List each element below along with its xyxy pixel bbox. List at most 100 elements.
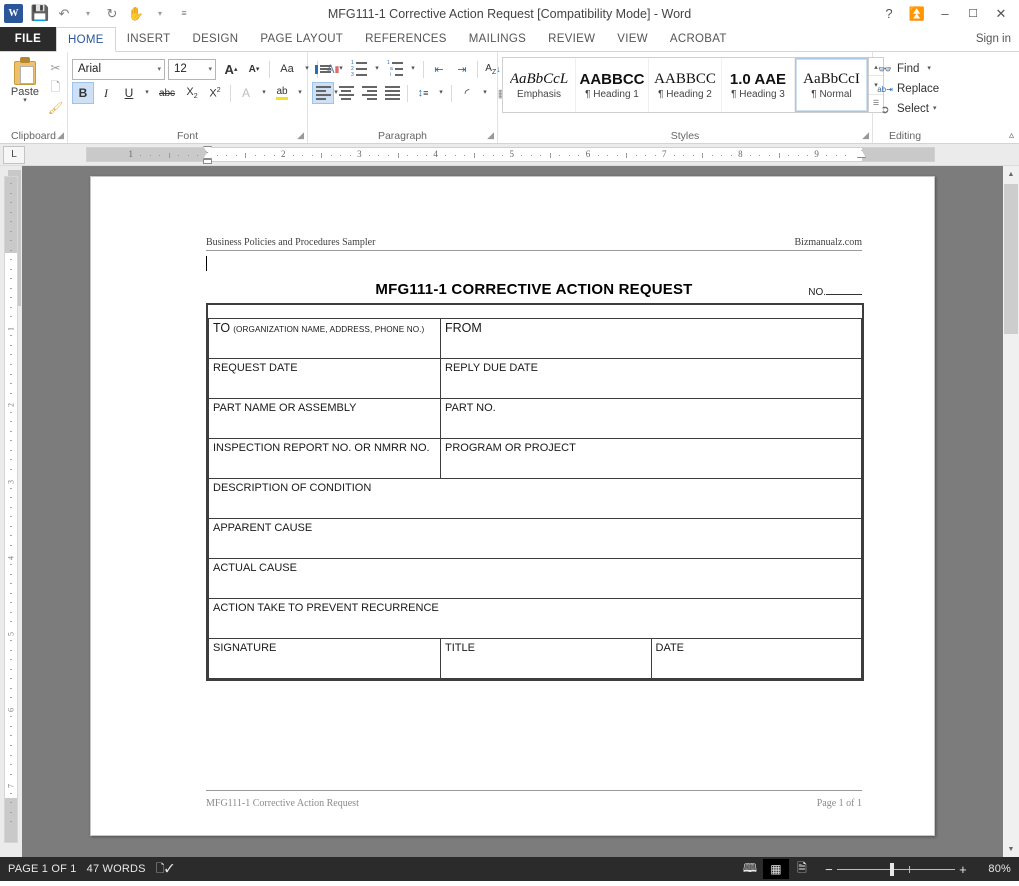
font-name-combo[interactable]: Arial ▾ — [72, 58, 165, 80]
bold-button[interactable]: B — [72, 82, 94, 104]
shrink-font-icon[interactable]: A ▾ — [243, 58, 265, 80]
text-highlight-icon[interactable]: ab — [271, 82, 293, 104]
cell-action-to-prevent-recurrence[interactable]: ACTION TAKE TO PREVENT RECURRENCE — [208, 598, 862, 639]
scroll-up-icon[interactable]: ▲ — [1003, 166, 1019, 182]
zoom-in-button[interactable]: + — [955, 862, 971, 877]
replace-button[interactable]: ab ⇥ Replace — [877, 79, 939, 99]
tab-references[interactable]: REFERENCES — [354, 27, 458, 51]
line-spacing-icon[interactable]: ↕ ≡ — [412, 82, 434, 104]
horizontal-ruler[interactable]: 1123456789 — [86, 146, 935, 164]
ribbon-display-options-icon[interactable]: ⏫ — [903, 1, 931, 27]
proofing-errors-icon[interactable]: 🗋✓ — [156, 860, 184, 879]
grow-font-icon[interactable]: A ▴ — [220, 58, 242, 80]
cell-reply-due-date[interactable]: REPLY DUE DATE — [440, 358, 862, 399]
form-number-field[interactable]: NO. — [808, 287, 862, 298]
cell-description-of-condition[interactable]: DESCRIPTION OF CONDITION — [208, 478, 862, 519]
tab-acrobat[interactable]: ACROBAT — [659, 27, 738, 51]
text-effects-dropdown-icon[interactable]: ▾ — [258, 82, 270, 104]
cell-part-no[interactable]: PART NO. — [440, 398, 862, 439]
copy-icon[interactable]: 🗋 — [47, 80, 64, 96]
cell-title[interactable]: TITLE — [440, 638, 652, 679]
cut-icon[interactable]: ✂ — [47, 60, 64, 76]
superscript-button[interactable]: X2 — [204, 82, 226, 104]
bullets-dropdown-icon[interactable]: ▾ — [335, 58, 347, 80]
tab-page-layout[interactable]: PAGE LAYOUT — [249, 27, 354, 51]
redo-icon[interactable]: ↻ — [100, 3, 124, 25]
page-indicator[interactable]: PAGE 1 OF 1 — [8, 863, 87, 875]
font-name-dropdown-icon[interactable]: ▾ — [153, 65, 161, 73]
decrease-indent-icon[interactable]: ⇤ — [428, 58, 450, 80]
align-right-icon[interactable] — [358, 82, 380, 104]
tab-view[interactable]: VIEW — [606, 27, 659, 51]
numbering-icon[interactable]: 123 — [348, 58, 370, 80]
tab-file[interactable]: FILE — [0, 27, 56, 51]
cell-actual-cause[interactable]: ACTUAL CAUSE — [208, 558, 862, 599]
save-icon[interactable]: 💾 — [28, 3, 52, 25]
align-center-icon[interactable] — [335, 82, 357, 104]
bullets-icon[interactable] — [312, 58, 334, 80]
scrollbar-thumb[interactable] — [1004, 184, 1018, 334]
style-heading-1[interactable]: AABBCC ¶ Heading 1 — [576, 58, 649, 112]
restore-icon[interactable]: ☐ — [959, 1, 987, 27]
cell-inspection-report[interactable]: INSPECTION REPORT NO. OR NMRR NO. — [208, 438, 441, 479]
align-left-icon[interactable] — [312, 82, 334, 104]
minimize-icon[interactable]: – — [931, 1, 959, 27]
zoom-thumb[interactable] — [890, 862, 894, 876]
justify-icon[interactable] — [381, 82, 403, 104]
underline-button[interactable]: U — [118, 82, 140, 104]
collapse-ribbon-icon[interactable]: ▵ — [1009, 130, 1014, 141]
text-effects-icon[interactable]: A — [235, 82, 257, 104]
styles-dialog-launcher[interactable]: ◢ — [862, 130, 869, 141]
cell-apparent-cause[interactable]: APPARENT CAUSE — [208, 518, 862, 559]
sign-in-button[interactable]: Sign in — [976, 27, 1019, 51]
format-painter-icon[interactable]: 🖌 — [47, 100, 64, 116]
highlight-dropdown-icon[interactable]: ▾ — [294, 82, 306, 104]
undo-dropdown-icon[interactable]: ▾ — [76, 3, 100, 25]
italic-button[interactable]: I — [95, 82, 117, 104]
multilevel-dropdown-icon[interactable]: ▾ — [407, 58, 419, 80]
left-indent-marker[interactable] — [203, 159, 212, 164]
find-dropdown-icon[interactable]: ▾ — [927, 65, 931, 72]
tab-home[interactable]: HOME — [56, 27, 116, 52]
zoom-slider[interactable]: − + — [821, 862, 971, 877]
zoom-level[interactable]: 80% — [977, 863, 1011, 875]
underline-dropdown-icon[interactable]: ▾ — [141, 82, 153, 104]
cell-to[interactable]: TO (ORGANIZATION NAME, ADDRESS, PHONE NO… — [208, 318, 441, 359]
tab-mailings[interactable]: MAILINGS — [458, 27, 537, 51]
increase-indent-icon[interactable]: ⇥ — [451, 58, 473, 80]
web-layout-icon[interactable]: 🗎 — [789, 859, 815, 879]
subscript-button[interactable]: X2 — [181, 82, 203, 104]
customize-quick-access-icon[interactable]: ≡ — [172, 3, 196, 25]
paragraph-dialog-launcher[interactable]: ◢ — [487, 130, 494, 141]
tab-design[interactable]: DESIGN — [181, 27, 249, 51]
word-count[interactable]: 47 WORDS — [87, 863, 156, 875]
help-icon[interactable]: ? — [875, 1, 903, 27]
change-case-icon[interactable]: Aa — [274, 58, 300, 80]
cell-program-project[interactable]: PROGRAM OR PROJECT — [440, 438, 862, 479]
tab-insert[interactable]: INSERT — [116, 27, 182, 51]
shading-dropdown-icon[interactable]: ▾ — [479, 82, 491, 104]
style-heading-2[interactable]: AABBCC ¶ Heading 2 — [649, 58, 722, 112]
vertical-scrollbar[interactable]: ▲ ▼ — [1003, 166, 1019, 857]
numbering-dropdown-icon[interactable]: ▾ — [371, 58, 383, 80]
touch-mode-icon[interactable]: ✋ — [124, 3, 148, 25]
style-emphasis[interactable]: AaBbCcL Emphasis — [503, 58, 576, 112]
scroll-down-icon[interactable]: ▼ — [1003, 841, 1019, 857]
shading-icon[interactable]: ◜ — [456, 82, 478, 104]
find-button[interactable]: 👓 Find ▾ — [877, 59, 931, 79]
tab-stop-selector[interactable]: L — [3, 145, 25, 164]
select-button[interactable]: ➲ Select ▾ — [877, 99, 936, 119]
select-dropdown-icon[interactable]: ▾ — [933, 105, 937, 112]
undo-icon[interactable]: ↶ — [52, 3, 76, 25]
font-size-dropdown-icon[interactable]: ▾ — [204, 65, 212, 73]
zoom-track[interactable] — [837, 862, 955, 876]
font-size-combo[interactable]: 12 ▾ — [168, 58, 216, 80]
cell-signature[interactable]: SIGNATURE — [208, 638, 441, 679]
read-mode-icon[interactable]: 🕮 — [737, 859, 763, 879]
strikethrough-button[interactable]: abc — [154, 82, 180, 104]
font-dialog-launcher[interactable]: ◢ — [297, 130, 304, 141]
cell-request-date[interactable]: REQUEST DATE — [208, 358, 441, 399]
zoom-out-button[interactable]: − — [821, 862, 837, 877]
paste-dropdown-icon[interactable]: ▾ — [23, 97, 27, 104]
cell-from[interactable]: FROM — [440, 318, 862, 359]
